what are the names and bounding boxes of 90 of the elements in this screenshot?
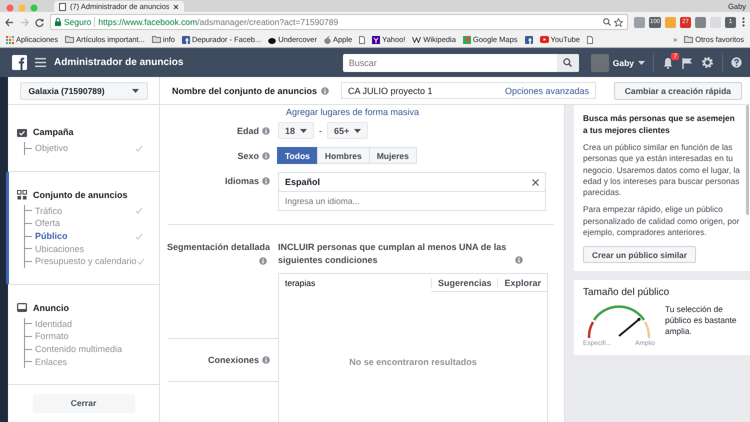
folder-icon [152,36,161,43]
gender-option[interactable]: Hombres [316,147,370,164]
section-title: Conjunto de anuncios [33,190,128,200]
info-icon [262,177,270,185]
info-icon [259,256,267,264]
square-logo-icon [182,36,190,44]
empty-message: No se encontraron resultados [349,356,477,366]
step-link[interactable]: Público [25,231,68,242]
folder-icon [65,36,74,43]
gauge-needle [618,319,640,338]
search-bar[interactable]: Buscar [342,54,579,72]
audience-description: Tu selección de público es bastante amplia. [665,304,738,338]
folder-check-icon [17,128,27,136]
logo-icon[interactable] [12,55,27,70]
help-icon[interactable] [731,57,742,68]
search-tab[interactable]: Explorar [497,278,547,288]
map-pin-icon [462,36,471,44]
menu-dots-icon[interactable] [742,17,745,27]
caret-icon [300,128,308,132]
search-button[interactable] [556,54,579,72]
create-lookalike-button[interactable]: Crear un público similar [583,246,696,264]
card-title: Tamaño del público [583,287,670,298]
section-title: Campaña [33,127,74,137]
reload-icon[interactable] [35,18,44,26]
settings-icon[interactable] [701,56,714,69]
language-selector[interactable]: Español Ingresa un idioma... [278,172,546,211]
account-dropdown[interactable]: Galaxia (71590789) [20,82,148,100]
secure-label: Seguro [64,17,92,27]
info-icon [321,86,330,94]
grid-icon [17,190,27,200]
field-label: Edad [236,126,259,136]
url-text: https://www.facebook.com/adsmanager/creation?act=71590789 [98,17,338,27]
close-button[interactable]: Cerrar [32,394,134,413]
advanced-options-link[interactable]: Opciones avanzadas [504,86,590,96]
bulk-locations-link[interactable]: Agregar lugares de forma masiva [286,107,420,117]
ad-preview-icon [17,303,27,312]
folder-icon [684,36,694,43]
gender-option[interactable]: Todos [277,147,318,164]
apps-grid-icon [6,36,14,44]
search-icon [563,58,572,67]
section-title: Anuncio [33,302,69,313]
play-icon [540,36,548,43]
info-icon [262,356,270,364]
name-input[interactable]: CA JULIO proyecto 1 Opciones avanzadas [341,82,596,99]
address-bar[interactable]: Seguro https://www.facebook.com/adsmanager/creation?act=71590789 [50,14,628,30]
age-dropdown[interactable]: 18 [278,122,314,139]
page-icon[interactable] [359,36,366,44]
field-label: Nombre del conjunto de anuncios [172,86,318,96]
flag-icon[interactable] [682,56,693,68]
menu-icon[interactable] [35,58,46,67]
bell-icon[interactable] [662,56,674,68]
profile-button[interactable]: Gaby [590,54,645,72]
info-icon [262,152,270,160]
age-dropdown[interactable]: 65+ [327,122,368,139]
search-tab[interactable]: Sugerencias [430,278,498,288]
extension-button[interactable] [695,16,706,28]
app-title: Administrador de anuncios [54,57,184,68]
remove-icon[interactable] [532,178,539,186]
card-text: Para empezar rápido, elige un público personalizado de calidad como origen, por ejemplo, compradores anteriores. [583,204,740,238]
include-heading: INCLUIR personas que cumplan al menos UNA de las siguientes condiciones [278,241,508,266]
info-icon [515,256,523,264]
search-field[interactable]: Buscar [342,58,557,68]
range-separator: - [319,126,322,136]
field-label: Conexiones [208,354,259,364]
targeting-search-bar[interactable]: terapias Sugerencias Explorar [278,273,548,292]
page-icon [59,2,66,10]
info-icon [262,126,270,134]
square-logo-icon [372,36,380,44]
caret-icon [132,88,138,92]
card-text: Crea un público similar en función de las personas que ya están interesadas en tu negocio. Usaremos datos como el lugar, la edad y los intereses para buscar personas parecidas. [583,142,740,198]
avatar [590,54,609,72]
field-label: Sexo [237,150,259,160]
star-icon[interactable] [614,18,623,26]
language-token: Español [285,177,320,187]
serif-logo-icon [412,36,422,43]
window-buttons-drawing [6,4,40,12]
card-title: Busca más personas que se asemejen a tus mejores clientes [583,113,736,136]
apple-icon [324,36,331,44]
quick-creation-button[interactable]: Cambiar a creación rápida [614,82,742,100]
lock-icon [55,18,61,26]
zoom-icon[interactable] [602,18,611,26]
back-icon[interactable] [5,18,14,26]
gender-option[interactable]: Mujeres [368,147,417,164]
page-icon[interactable] [586,36,593,44]
field-label: Segmentación detallada [166,242,270,252]
field-label: Idiomas [224,176,259,186]
close-icon[interactable] [173,4,179,10]
caret-icon [354,128,362,132]
caret-icon [638,60,645,64]
square-logo-icon[interactable] [524,36,532,44]
